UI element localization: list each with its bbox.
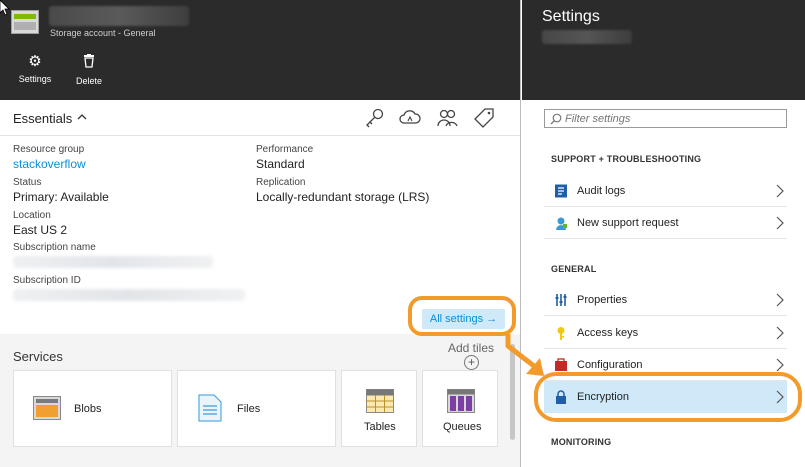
chevron-right-icon <box>776 216 784 230</box>
storage-account-blade: Storage account - General ⚙ Settings Del… <box>0 0 521 467</box>
gear-icon: ⚙ <box>28 53 42 70</box>
blobs-tile[interactable]: Blobs <box>13 370 172 447</box>
resource-group-link[interactable]: stackoverflow <box>13 157 86 171</box>
delete-command-button[interactable]: Delete <box>67 54 111 86</box>
subscription-name-label: Subscription name <box>13 242 96 253</box>
callout-arrow-icon <box>505 334 544 376</box>
add-tiles-label[interactable]: Add tiles <box>448 341 494 355</box>
filter-settings-input[interactable] <box>565 111 780 126</box>
cloud-settings-icon[interactable] <box>399 107 421 129</box>
essentials-header[interactable]: Essentials <box>0 100 520 136</box>
files-icon <box>198 394 222 422</box>
location-label: Location <box>13 210 51 221</box>
settings-item-access-keys[interactable]: Access keys <box>544 317 787 349</box>
search-icon <box>550 113 562 125</box>
properties-icon <box>555 294 567 306</box>
all-settings-link[interactable]: All settings → <box>422 309 505 329</box>
replication-value: Locally-redundant storage (LRS) <box>256 190 430 204</box>
settings-item-audit-logs[interactable]: Audit logs <box>544 175 787 207</box>
queues-icon <box>447 389 475 413</box>
chevron-right-icon <box>776 326 784 340</box>
settings-item-label: Audit logs <box>577 185 626 197</box>
audit-logs-icon <box>555 184 567 198</box>
chevron-right-icon <box>776 184 784 198</box>
encryption-callout <box>534 372 802 422</box>
section-heading-general: GENERAL <box>551 264 597 274</box>
chevron-right-icon <box>776 358 784 372</box>
chevron-up-icon[interactable] <box>77 112 87 122</box>
storage-account-icon <box>11 10 39 34</box>
settings-item-properties[interactable]: Properties <box>544 284 787 316</box>
resource-group-label: Resource group <box>13 144 85 155</box>
settings-command-button[interactable]: ⚙ Settings <box>13 53 57 85</box>
services-title: Services <box>13 349 63 364</box>
tables-icon <box>366 389 394 413</box>
key-icon[interactable] <box>364 107 386 129</box>
section-heading-monitoring: MONITORING <box>551 437 612 447</box>
settings-item-label: Access keys <box>577 327 639 339</box>
files-tile-label: Files <box>237 403 261 415</box>
settings-command-label: Settings <box>18 74 52 84</box>
blobs-icon <box>33 396 61 420</box>
subscription-id-redacted <box>13 289 245 301</box>
settings-item-new-support-request[interactable]: New support request <box>544 207 787 239</box>
settings-blade-subtitle-redacted <box>542 30 632 44</box>
filter-settings-box[interactable] <box>544 109 787 128</box>
users-icon[interactable] <box>436 107 458 129</box>
files-tile[interactable]: Files <box>177 370 336 447</box>
trash-icon <box>67 54 111 72</box>
queues-tile[interactable]: Queues <box>422 370 498 447</box>
section-heading-support: SUPPORT + TROUBLESHOOTING <box>551 154 702 164</box>
performance-value: Standard <box>256 157 305 171</box>
settings-item-label: New support request <box>577 217 679 229</box>
settings-item-label: Properties <box>577 294 628 306</box>
tag-icon[interactable] <box>473 107 495 129</box>
subscription-id-label: Subscription ID <box>13 275 81 286</box>
tables-tile[interactable]: Tables <box>341 370 417 447</box>
settings-blade-header: Settings <box>522 0 805 100</box>
status-label: Status <box>13 177 42 188</box>
support-request-icon <box>556 217 567 230</box>
performance-label: Performance <box>256 144 314 155</box>
chevron-right-icon <box>776 293 784 307</box>
mouse-cursor-icon <box>0 0 10 16</box>
blobs-tile-label: Blobs <box>74 403 102 415</box>
add-circle-icon[interactable]: + <box>464 355 479 370</box>
settings-item-label: Configuration <box>577 359 643 371</box>
status-value: Primary: Available <box>13 190 109 204</box>
queues-tile-label: Queues <box>443 421 482 433</box>
location-value: East US 2 <box>13 223 68 237</box>
blade-subtitle: Storage account - General <box>50 28 156 38</box>
tables-tile-label: Tables <box>364 421 396 433</box>
replication-label: Replication <box>256 177 306 188</box>
settings-blade-title: Settings <box>542 8 600 25</box>
blade-header: Storage account - General ⚙ Settings Del… <box>0 0 520 100</box>
account-name-redacted <box>49 6 189 26</box>
subscription-name-redacted <box>13 256 213 268</box>
essentials-title: Essentials <box>13 111 73 126</box>
delete-command-label: Delete <box>75 76 102 86</box>
